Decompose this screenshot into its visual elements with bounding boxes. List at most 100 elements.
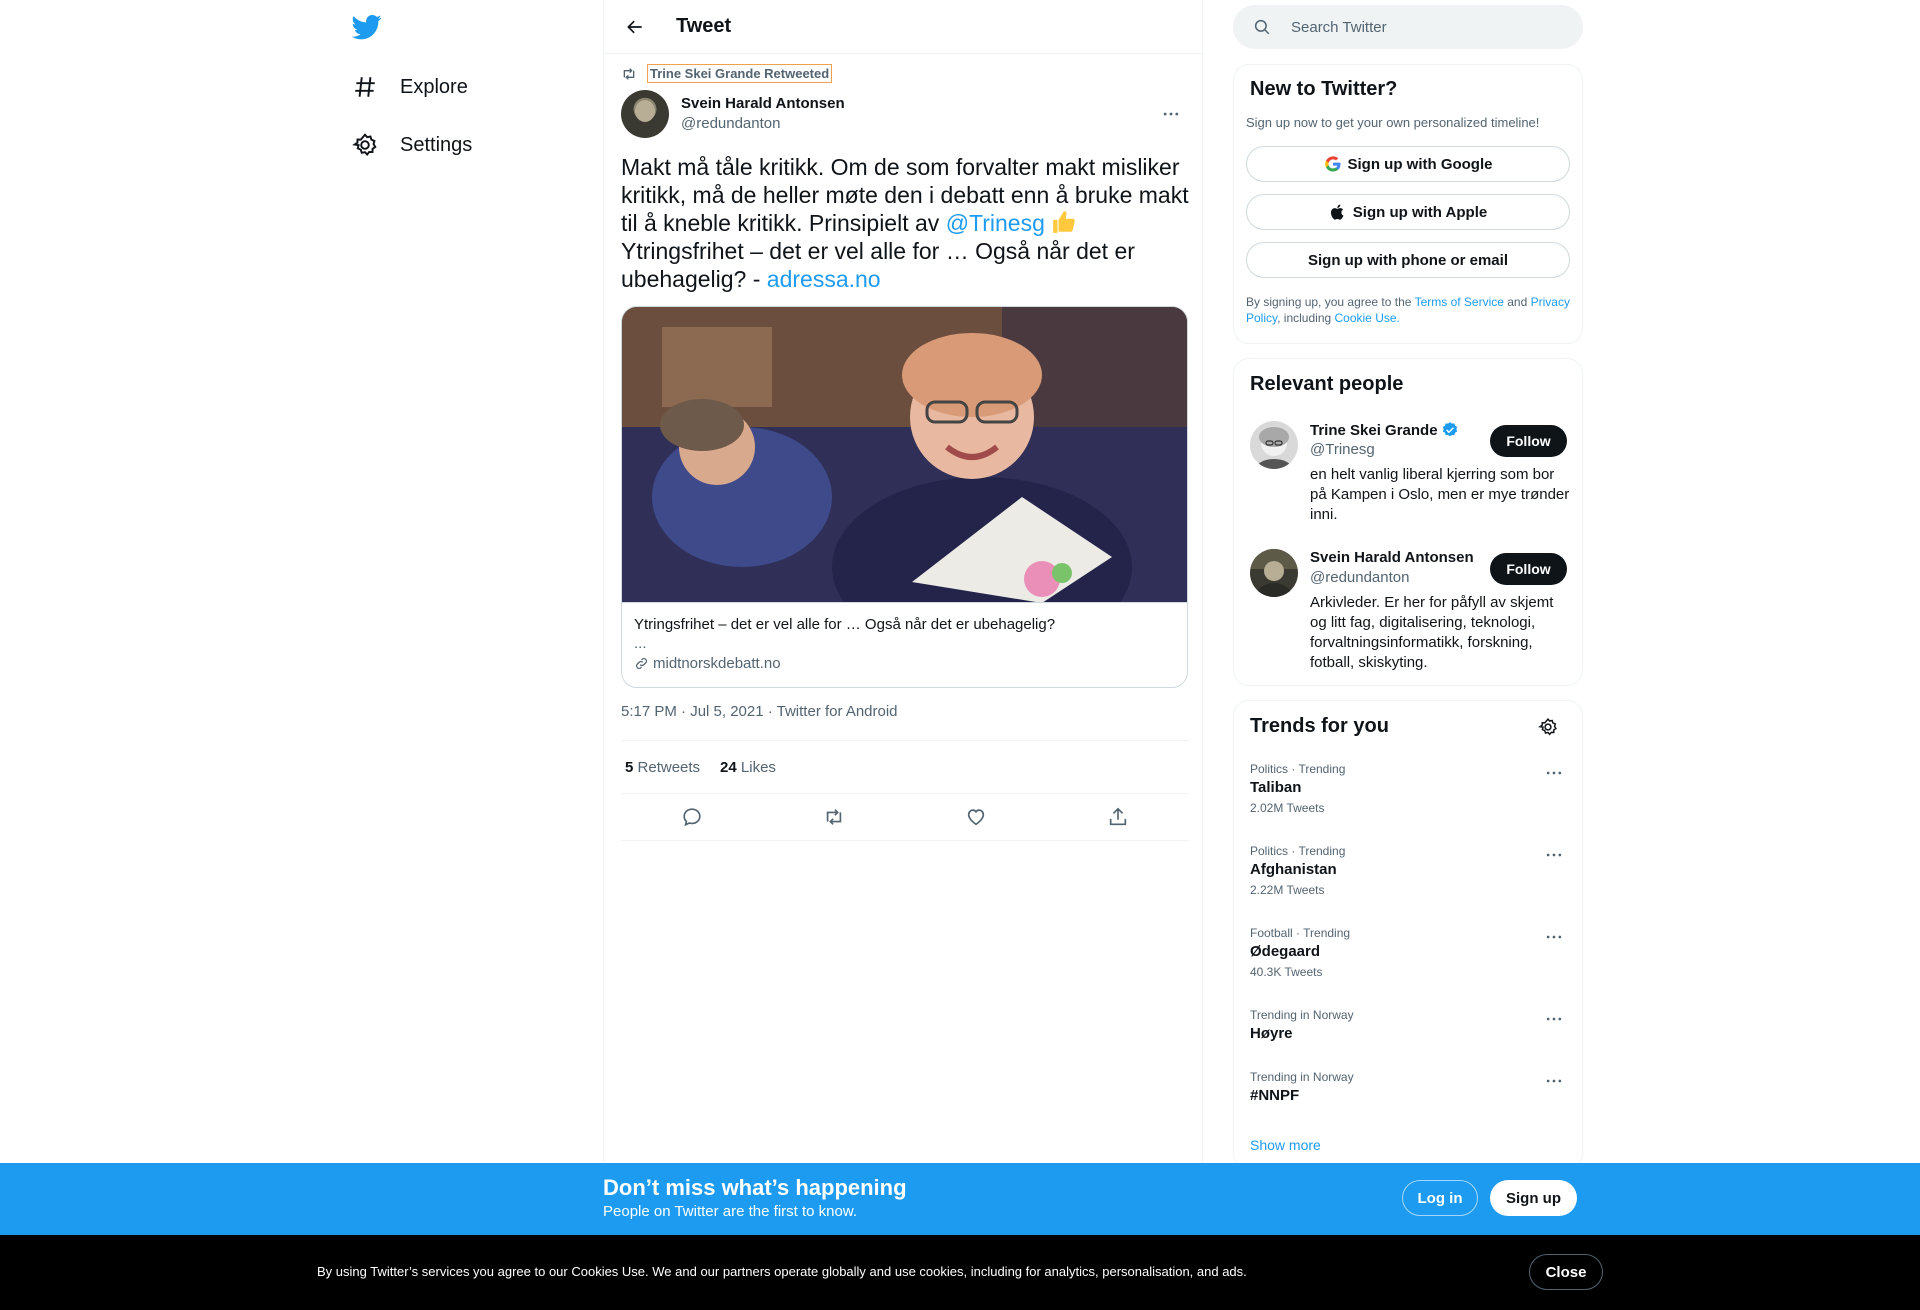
google-icon xyxy=(1324,155,1342,173)
verified-badge-icon xyxy=(1441,421,1459,439)
trend-name: Ødegaard xyxy=(1250,943,1321,960)
person-avatar[interactable] xyxy=(1250,421,1298,469)
author-avatar[interactable] xyxy=(621,90,669,138)
relevant-people-panel: Relevant people Trine Skei Grande @Trine… xyxy=(1233,358,1583,686)
signup-banner-subtitle: People on Twitter are the first to know. xyxy=(603,1203,858,1220)
tweet-author: Svein Harald Antonsen @redundanton xyxy=(621,90,1189,138)
person-avatar[interactable] xyxy=(1250,549,1298,597)
gear-icon xyxy=(352,132,378,158)
adressa-link[interactable]: adressa.no xyxy=(767,266,881,292)
author-handle[interactable]: @redundanton xyxy=(681,114,845,134)
person-name[interactable]: Trine Skei Grande xyxy=(1310,422,1438,439)
trend-meta: Trending in Norway xyxy=(1250,1008,1354,1022)
relevant-people-title: Relevant people xyxy=(1250,373,1404,395)
person-bio: Arkivleder. Er her for påfyll av skjemt … xyxy=(1310,594,1554,671)
mention-link[interactable]: @Trinesg xyxy=(946,210,1045,236)
person-name[interactable]: Svein Harald Antonsen xyxy=(1310,549,1474,566)
nav-explore[interactable]: Explore xyxy=(352,67,468,107)
person-handle: @redundanton xyxy=(1310,569,1410,586)
trend-more-icon[interactable] xyxy=(1544,845,1564,865)
trend-name: #NNPF xyxy=(1250,1087,1300,1104)
likes-label: Likes xyxy=(740,758,776,776)
follow-button[interactable]: Follow xyxy=(1490,553,1567,585)
cookie-close-button[interactable]: Close xyxy=(1529,1254,1603,1290)
signup-google-button[interactable]: Sign up with Google xyxy=(1246,146,1570,182)
reply-icon[interactable] xyxy=(681,806,703,828)
trend-more-icon[interactable] xyxy=(1544,763,1564,783)
more-options-icon[interactable] xyxy=(1161,104,1181,124)
nav-settings-label: Settings xyxy=(400,133,473,156)
trend-item[interactable]: Politics · Trending Afghanistan 2.22M Tw… xyxy=(1250,843,1570,899)
trend-more-icon[interactable] xyxy=(1544,927,1564,947)
signup-banner-title: Don’t miss what’s happening xyxy=(603,1175,907,1200)
cookie-use-link[interactable]: Cookie Use. xyxy=(1335,311,1400,325)
retweeted-by-link[interactable]: Trine Skei Grande Retweeted xyxy=(647,64,833,83)
retweet-action-icon[interactable] xyxy=(823,806,845,828)
retweets-count: 5 xyxy=(625,758,634,776)
share-icon[interactable] xyxy=(1107,806,1129,828)
trend-more-icon[interactable] xyxy=(1544,1071,1564,1091)
trend-item[interactable]: Trending in Norway Høyre xyxy=(1250,1007,1570,1045)
signup-legal-text: By signing up, you agree to the Terms of… xyxy=(1246,294,1572,326)
signup-apple-button[interactable]: Sign up with Apple xyxy=(1246,194,1570,230)
search-icon xyxy=(1233,18,1271,36)
legal-prefix: By signing up, you agree to the xyxy=(1246,295,1415,309)
trend-meta: Trending in Norway xyxy=(1250,1070,1354,1084)
signup-panel-title: New to Twitter? xyxy=(1250,78,1398,100)
tweet-stats: 5 Retweets 24 Likes xyxy=(621,740,1189,794)
author-name[interactable]: Svein Harald Antonsen xyxy=(681,94,845,114)
card-title: Ytringsfrihet – det er vel alle for … Og… xyxy=(634,616,1056,633)
tweet-header: Tweet xyxy=(604,0,1204,54)
login-button[interactable]: Log in xyxy=(1402,1180,1478,1216)
trend-item[interactable]: Trending in Norway #NNPF xyxy=(1250,1069,1570,1107)
tweet-text-part1: Makt må tåle kritikk. Om de som forvalte… xyxy=(621,154,1189,236)
person-name-row: Svein Harald Antonsen xyxy=(1310,549,1474,566)
twitter-bird-icon[interactable] xyxy=(352,12,382,42)
trend-count: 2.02M Tweets xyxy=(1250,801,1325,815)
legal-including: , including xyxy=(1277,311,1335,325)
link-icon xyxy=(634,656,649,671)
back-button[interactable] xyxy=(618,10,652,44)
trend-item[interactable]: Politics · Trending Taliban 2.02M Tweets xyxy=(1250,761,1570,817)
arrow-left-icon xyxy=(625,17,645,37)
hashtag-icon xyxy=(352,74,378,100)
signup-panel: New to Twitter? Sign up now to get your … xyxy=(1233,64,1583,344)
trends-settings-gear-icon[interactable] xyxy=(1538,717,1558,737)
show-more-link[interactable]: Show more xyxy=(1250,1137,1321,1153)
link-preview-card[interactable]: Ytringsfrihet – det er vel alle for … Og… xyxy=(621,306,1188,688)
search-box[interactable] xyxy=(1233,5,1583,49)
nav-explore-label: Explore xyxy=(400,75,468,98)
terms-of-service-link[interactable]: Terms of Service xyxy=(1415,295,1504,309)
thumbs-up-icon xyxy=(1051,209,1077,235)
follow-button[interactable]: Follow xyxy=(1490,425,1567,457)
card-domain-text: midtnorskdebatt.no xyxy=(653,655,781,672)
retweets-label: Retweets xyxy=(637,758,701,776)
legal-and: and xyxy=(1503,295,1531,309)
signup-phone-label: Sign up with phone or email xyxy=(1307,251,1508,269)
like-heart-icon[interactable] xyxy=(965,806,987,828)
signup-phone-button[interactable]: Sign up with phone or email xyxy=(1246,242,1570,278)
person-handle: @Trinesg xyxy=(1310,441,1375,458)
trend-name: Afghanistan xyxy=(1250,861,1337,878)
retweet-icon xyxy=(621,66,637,82)
search-input[interactable] xyxy=(1291,18,1571,36)
trend-count: 2.22M Tweets xyxy=(1250,883,1325,897)
trend-more-icon[interactable] xyxy=(1544,1009,1564,1029)
likes-stat[interactable]: 24 Likes xyxy=(720,759,776,776)
signup-banner: Don’t miss what’s happening People on Tw… xyxy=(0,1163,1920,1235)
likes-count: 24 xyxy=(720,758,737,776)
retweets-stat[interactable]: 5 Retweets xyxy=(625,759,700,776)
page-title: Tweet xyxy=(676,15,732,37)
trend-meta: Football · Trending xyxy=(1250,926,1351,940)
signup-button[interactable]: Sign up xyxy=(1490,1180,1577,1216)
nav-settings[interactable]: Settings xyxy=(352,125,472,165)
trend-name: Taliban xyxy=(1250,779,1302,796)
tweet-actions xyxy=(621,794,1189,841)
cookie-text: By using Twitter’s services you agree to… xyxy=(317,1264,1247,1279)
trend-meta: Politics · Trending xyxy=(1250,762,1346,776)
trend-item[interactable]: Football · Trending Ødegaard 40.3K Tweet… xyxy=(1250,925,1570,981)
trend-count: 40.3K Tweets xyxy=(1250,965,1323,979)
cookie-banner: By using Twitter’s services you agree to… xyxy=(0,1235,1920,1310)
card-domain: midtnorskdebatt.no xyxy=(634,655,1175,672)
tweet-timestamp[interactable]: 5:17 PM · Jul 5, 2021 · Twitter for Andr… xyxy=(621,703,898,720)
